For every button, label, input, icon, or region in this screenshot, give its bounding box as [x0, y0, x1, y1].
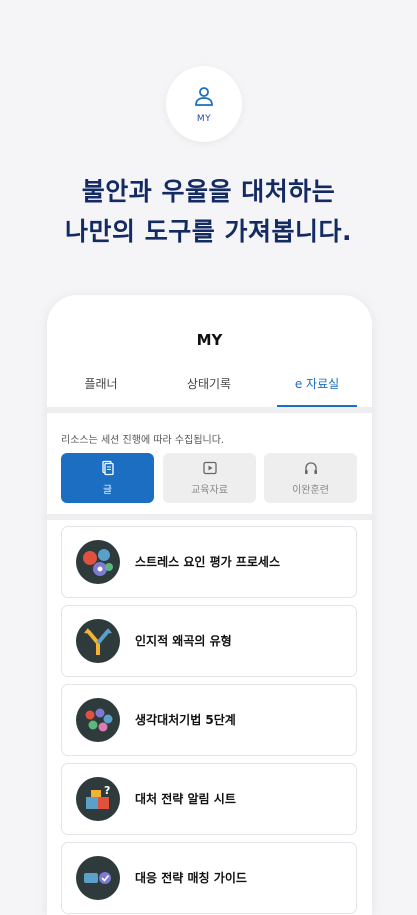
resource-title: 인지적 왜곡의 유형 — [135, 634, 232, 648]
headphones-icon — [304, 462, 317, 474]
phone-screen: MY 플래너 상태기록 e 자료실 리소스는 세션 진행에 따라 수집됩니다. … — [47, 295, 372, 915]
my-badge-label: MY — [196, 114, 212, 124]
tab-bar: 플래너 상태기록 e 자료실 — [47, 373, 372, 407]
tab-status-record[interactable]: 상태기록 — [155, 373, 263, 405]
tab-planner[interactable]: 플래너 — [47, 373, 155, 405]
resource-title: 대응 전략 매칭 가이드 — [135, 871, 247, 885]
headline: 불안과 우울을 대처하는 나만의 도구를 가져봅니다. — [0, 172, 417, 252]
matching-icon — [76, 856, 120, 900]
resource-card[interactable]: 생각대처기법 5단계 — [61, 684, 357, 756]
collection-notice: 리소스는 세션 진행에 따라 수집됩니다. — [61, 435, 225, 446]
segment-education-label: 교육자료 — [191, 485, 228, 496]
segment-articles-label: 글 — [102, 485, 113, 496]
svg-text:?: ? — [104, 784, 110, 797]
resource-title: 대처 전략 알림 시트 — [135, 792, 236, 806]
headline-line-2: 나만의 도구를 가져봅니다. — [65, 217, 352, 246]
segment-relaxation-label: 이완훈련 — [292, 485, 329, 496]
segment-relaxation[interactable]: 이완훈련 — [264, 453, 357, 503]
tab-e-library[interactable]: e 자료실 — [263, 373, 371, 405]
tabs-divider — [47, 407, 372, 413]
segment-education[interactable]: 교육자료 — [163, 453, 256, 503]
user-icon — [195, 87, 213, 106]
puzzle-question-icon: ? — [76, 777, 120, 821]
my-avatar-badge: MY — [166, 66, 242, 142]
fork-arrows-icon — [76, 619, 120, 663]
segment-articles[interactable]: 글 — [61, 453, 154, 503]
resource-card[interactable]: ? 대처 전략 알림 시트 — [61, 763, 357, 835]
gears-icon — [76, 540, 120, 584]
dots-cluster-icon — [76, 698, 120, 742]
screen-title: MY — [196, 331, 223, 349]
resource-card[interactable]: 인지적 왜곡의 유형 — [61, 605, 357, 677]
resource-title: 스트레스 요인 평가 프로세스 — [135, 555, 281, 569]
segment-divider — [47, 514, 372, 520]
resource-card[interactable]: 스트레스 요인 평가 프로세스 — [61, 526, 357, 598]
document-icon — [101, 460, 114, 476]
video-icon — [202, 461, 217, 475]
resource-card[interactable]: 대응 전략 매칭 가이드 — [61, 842, 357, 914]
resource-title: 생각대처기법 5단계 — [135, 713, 236, 727]
headline-line-1: 불안과 우울을 대처하는 — [81, 177, 336, 206]
